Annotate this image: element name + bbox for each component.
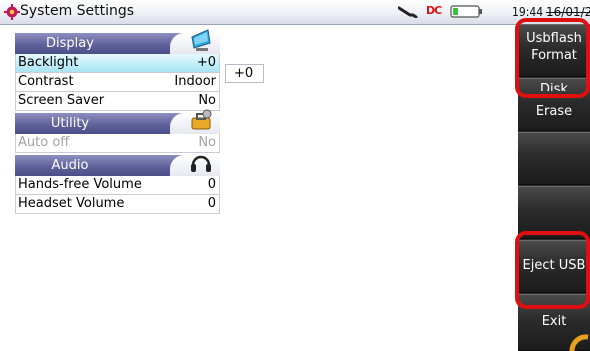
setting-value: No <box>198 93 216 108</box>
eject-usb-softkey[interactable]: Eject USB <box>518 240 590 293</box>
setting-row-contrast[interactable]: Contrast Indoor <box>15 73 220 92</box>
section-title: Display <box>46 36 94 51</box>
setting-label: Screen Saver <box>18 93 105 108</box>
softkey-label-line2: Erase <box>535 104 573 119</box>
softkey-label-line2: Format <box>531 48 577 63</box>
setting-label: Hands-free Volume <box>18 177 142 192</box>
disk-erase-softkey[interactable]: Disk Erase <box>518 78 590 131</box>
page-title: System Settings <box>20 3 135 19</box>
setting-value: 0 <box>207 177 216 192</box>
setting-label: Auto off <box>18 135 70 150</box>
section-title: Utility <box>50 116 90 131</box>
softkey-label: Eject USB <box>522 258 586 273</box>
section-header-utility: Utility <box>15 109 220 134</box>
headphones-icon <box>191 155 211 172</box>
setting-label: Backlight <box>18 55 79 70</box>
softkey-label: Disk <box>540 82 568 91</box>
setting-row-backlight[interactable]: Backlight +0 <box>15 54 220 73</box>
setting-label: Contrast <box>18 74 74 89</box>
setting-row-hands-free-volume[interactable]: Hands-free Volume 0 <box>15 176 220 195</box>
empty-softkey-3[interactable] <box>518 132 590 185</box>
probe-icon <box>398 6 418 18</box>
monitor-icon <box>191 29 211 51</box>
usbflash-format-softkey[interactable]: Usbflash Format <box>518 24 590 77</box>
setting-value: +0 <box>196 55 216 70</box>
backlight-value-editor[interactable]: +0 <box>225 64 264 83</box>
section-header-display: Display <box>15 29 220 54</box>
dc-power-icon: DC <box>426 4 442 17</box>
setting-label: Headset Volume <box>18 196 125 211</box>
empty-softkey-4[interactable] <box>518 186 590 239</box>
clock: 19:44 <box>512 5 544 19</box>
toolbox-icon <box>191 109 212 130</box>
section-title: Audio <box>51 158 89 173</box>
gear-icon <box>4 4 20 20</box>
setting-value: 0 <box>207 196 216 211</box>
setting-value: No <box>198 135 216 150</box>
softkey-label: Exit <box>541 314 567 329</box>
edit-value: +0 <box>234 66 254 81</box>
setting-value: Indoor <box>174 74 216 89</box>
date: 16/01/2000 <box>546 5 590 19</box>
title-bar: System Settings DC 19:44 16/01/2000 <box>0 0 590 25</box>
softkey-label: Usbflash <box>526 31 582 46</box>
section-header-audio: Audio <box>15 155 220 176</box>
battery-icon <box>450 5 482 18</box>
settings-panel: Display Backlight +0 Contrast Indoor Scr… <box>15 29 220 214</box>
softkey-bar: Usbflash Format Disk Erase Eject USB Exi… <box>518 24 590 351</box>
corner-arc-icon <box>569 334 589 351</box>
setting-row-headset-volume[interactable]: Headset Volume 0 <box>15 195 220 214</box>
